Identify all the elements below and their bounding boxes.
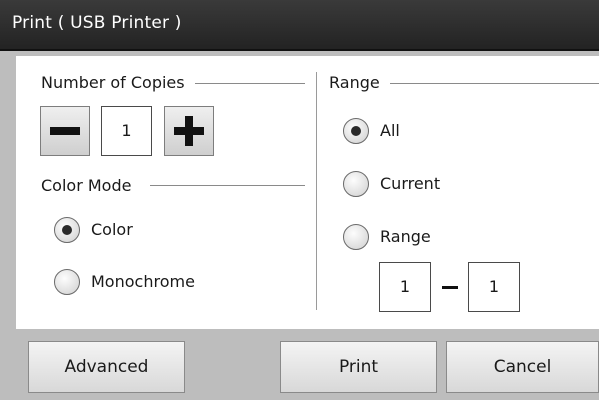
copies-group-label: Number of Copies <box>41 73 193 92</box>
range-group-line <box>390 83 599 84</box>
range-current-radio[interactable] <box>343 171 369 197</box>
range-custom-radio[interactable] <box>343 224 369 250</box>
print-button[interactable]: Print <box>280 341 437 393</box>
monochrome-option-label: Monochrome <box>91 272 195 291</box>
color-option-label: Color <box>91 220 133 239</box>
plus-icon <box>185 116 193 146</box>
title-bar: Print ( USB Printer ) <box>0 0 599 51</box>
range-group-label: Range <box>329 73 388 92</box>
copies-count-field[interactable]: 1 <box>101 106 152 156</box>
range-all-label: All <box>380 121 400 140</box>
decrement-copies-button[interactable] <box>40 106 90 156</box>
range-from-field[interactable]: 1 <box>379 262 431 312</box>
range-custom-label: Range <box>380 227 431 246</box>
column-separator <box>316 72 317 310</box>
color-mode-group-label: Color Mode <box>41 176 140 195</box>
window-title: Print ( USB Printer ) <box>12 13 182 33</box>
advanced-button[interactable]: Advanced <box>28 341 185 393</box>
copies-group-line <box>195 83 305 84</box>
range-dash <box>442 286 458 289</box>
increment-copies-button[interactable] <box>164 106 214 156</box>
monochrome-radio[interactable] <box>54 269 80 295</box>
color-radio[interactable] <box>54 217 80 243</box>
cancel-button[interactable]: Cancel <box>446 341 599 393</box>
range-all-radio[interactable] <box>343 118 369 144</box>
range-current-label: Current <box>380 174 441 193</box>
range-to-field[interactable]: 1 <box>468 262 520 312</box>
minus-icon <box>50 127 80 135</box>
color-mode-group-line <box>150 185 305 186</box>
